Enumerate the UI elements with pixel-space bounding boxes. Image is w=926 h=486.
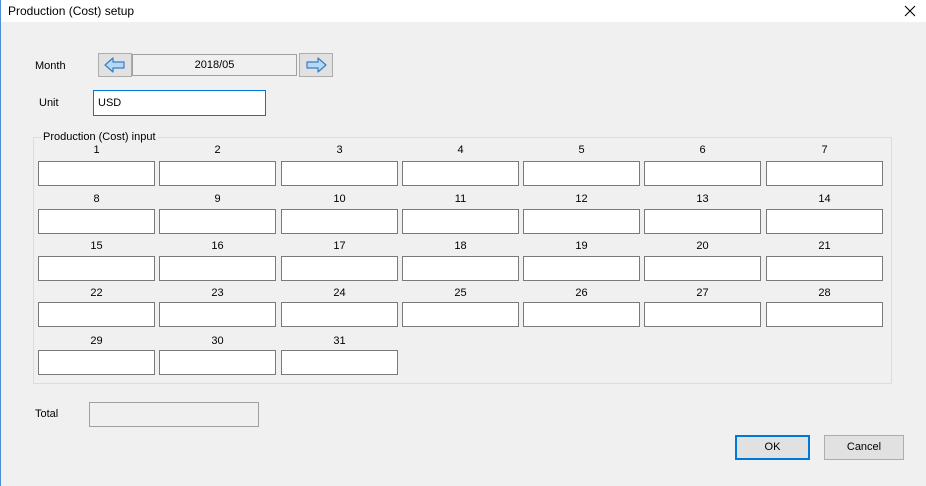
title-bar: Production (Cost) setup (1, 0, 926, 22)
cancel-button[interactable]: Cancel (824, 435, 904, 460)
left-arrow-icon (104, 57, 125, 73)
day-label: 1 (93, 144, 100, 156)
day-input[interactable] (523, 209, 640, 234)
day-input[interactable] (38, 302, 155, 327)
next-month-button[interactable] (299, 53, 333, 77)
ok-button[interactable]: OK (735, 435, 810, 460)
day-input[interactable] (523, 302, 640, 327)
day-input[interactable] (402, 302, 519, 327)
day-label: 17 (333, 240, 346, 252)
day-label: 22 (90, 287, 103, 299)
dialog-window: Production (Cost) setup Month 2018/05 Un… (0, 0, 926, 486)
day-input[interactable] (523, 161, 640, 186)
total-field (89, 402, 259, 427)
prev-month-button[interactable] (98, 53, 132, 77)
day-label: 11 (454, 193, 467, 205)
close-icon (904, 5, 916, 17)
day-input[interactable] (281, 302, 398, 327)
day-input[interactable] (281, 209, 398, 234)
day-input[interactable] (766, 209, 883, 234)
day-label: 24 (333, 287, 346, 299)
day-input[interactable] (159, 256, 276, 281)
day-label: 31 (333, 335, 346, 347)
right-arrow-icon (306, 57, 327, 73)
day-label: 29 (90, 335, 103, 347)
day-input[interactable] (159, 350, 276, 375)
day-input[interactable] (159, 161, 276, 186)
day-label: 30 (211, 335, 224, 347)
day-input[interactable] (402, 209, 519, 234)
day-label: 26 (575, 287, 588, 299)
day-label: 28 (818, 287, 831, 299)
day-label: 6 (699, 144, 706, 156)
day-input[interactable] (644, 302, 761, 327)
unit-label: Unit (39, 97, 59, 109)
day-label: 27 (696, 287, 709, 299)
day-label: 19 (575, 240, 588, 252)
day-label: 25 (454, 287, 467, 299)
day-label: 4 (457, 144, 464, 156)
day-input[interactable] (523, 256, 640, 281)
day-input[interactable] (766, 256, 883, 281)
day-input[interactable] (38, 209, 155, 234)
unit-input[interactable] (93, 90, 266, 116)
day-label: 21 (818, 240, 831, 252)
day-input[interactable] (281, 161, 398, 186)
day-input[interactable] (402, 161, 519, 186)
day-label: 16 (211, 240, 224, 252)
day-label: 10 (333, 193, 346, 205)
day-input[interactable] (159, 209, 276, 234)
day-label: 9 (214, 193, 221, 205)
window-title: Production (Cost) setup (8, 4, 135, 18)
day-label: 8 (93, 193, 100, 205)
day-label: 18 (454, 240, 467, 252)
day-input[interactable] (766, 302, 883, 327)
day-label: 14 (818, 193, 831, 205)
day-input[interactable] (402, 256, 519, 281)
month-label: Month (35, 60, 66, 72)
day-label: 15 (90, 240, 103, 252)
day-label: 5 (578, 144, 585, 156)
day-label: 23 (211, 287, 224, 299)
day-label: 3 (336, 144, 343, 156)
close-button[interactable] (893, 0, 926, 22)
day-input[interactable] (38, 256, 155, 281)
day-input[interactable] (766, 161, 883, 186)
month-display: 2018/05 (132, 54, 297, 76)
day-label: 12 (575, 193, 588, 205)
group-label: Production (Cost) input (41, 131, 158, 143)
day-input[interactable] (281, 256, 398, 281)
day-input[interactable] (281, 350, 398, 375)
day-input[interactable] (159, 302, 276, 327)
day-input[interactable] (38, 161, 155, 186)
day-input[interactable] (644, 256, 761, 281)
day-label: 7 (821, 144, 828, 156)
day-label: 13 (696, 193, 709, 205)
day-input[interactable] (644, 161, 761, 186)
day-input[interactable] (38, 350, 155, 375)
day-label: 20 (696, 240, 709, 252)
day-label: 2 (214, 144, 221, 156)
day-input[interactable] (644, 209, 761, 234)
total-label: Total (35, 408, 59, 420)
